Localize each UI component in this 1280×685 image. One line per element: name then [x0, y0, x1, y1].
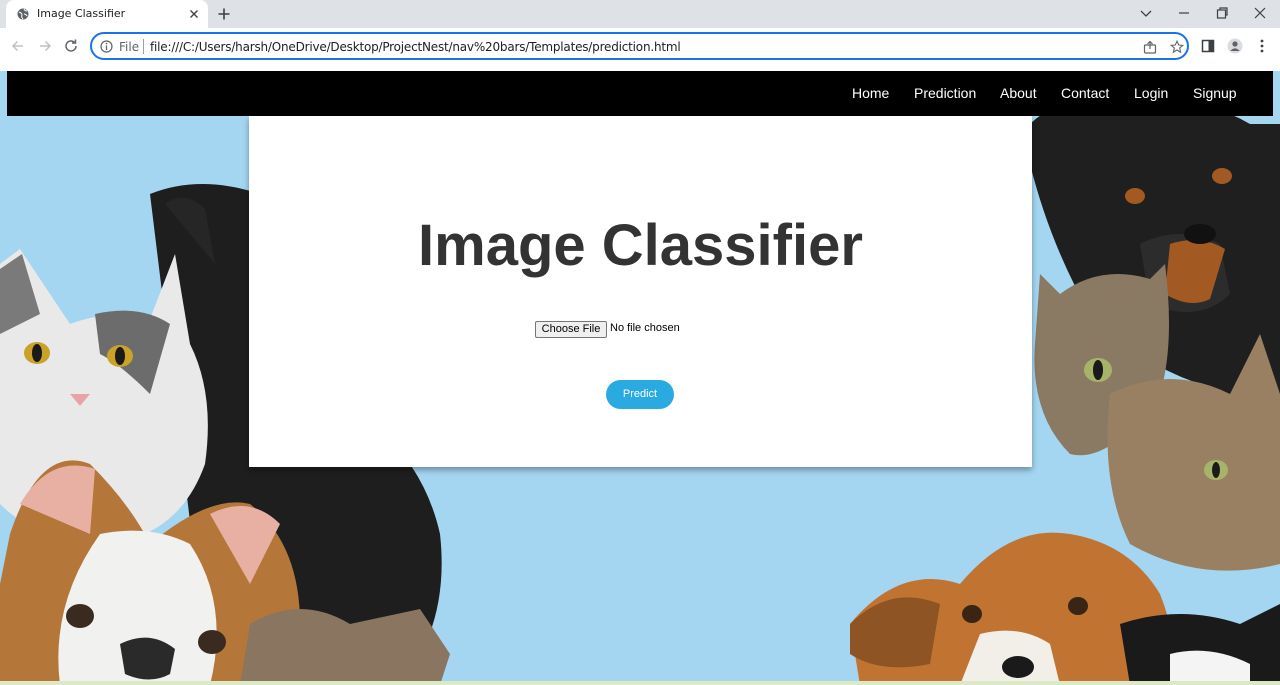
forward-icon[interactable]	[37, 38, 53, 54]
top-navbar: Home Prediction About Contact Login Sign…	[7, 71, 1273, 116]
page-top-strip	[0, 64, 1280, 71]
tab-strip: Image Classifier	[0, 0, 1280, 28]
nav-link-contact[interactable]: Contact	[1061, 85, 1109, 101]
new-tab-icon[interactable]	[217, 7, 231, 21]
minimize-icon[interactable]	[1176, 5, 1192, 21]
bookmark-star-icon[interactable]	[1170, 40, 1184, 54]
nav-link-home[interactable]: Home	[852, 85, 889, 101]
tab-search-chevron-icon[interactable]	[1138, 5, 1154, 21]
bottom-edge	[0, 681, 1280, 685]
url-text[interactable]: file:///C:/Users/harsh/OneDrive/Desktop/…	[150, 40, 681, 54]
classifier-card: Image Classifier Choose File No file cho…	[249, 116, 1032, 467]
menu-kebab-icon[interactable]	[1254, 38, 1270, 54]
nav-link-about[interactable]: About	[1000, 85, 1037, 101]
page-viewport: Home Prediction About Contact Login Sign…	[0, 64, 1280, 685]
nav-link-signup[interactable]: Signup	[1193, 85, 1237, 101]
reload-icon[interactable]	[63, 38, 79, 54]
share-icon[interactable]	[1143, 40, 1157, 54]
tab-title: Image Classifier	[37, 7, 126, 20]
page-title: Image Classifier	[418, 213, 863, 278]
info-icon[interactable]	[100, 40, 113, 53]
close-window-icon[interactable]	[1252, 5, 1268, 21]
restore-icon[interactable]	[1214, 5, 1230, 21]
nav-link-prediction[interactable]: Prediction	[914, 85, 976, 101]
side-panel-icon[interactable]	[1200, 38, 1216, 54]
predict-button[interactable]: Predict	[606, 380, 674, 409]
back-icon[interactable]	[10, 38, 26, 54]
choose-file-button[interactable]: Choose File	[535, 321, 607, 338]
globe-icon	[17, 8, 29, 20]
divider	[143, 39, 144, 54]
profile-avatar-icon[interactable]	[1227, 38, 1243, 54]
scheme-label: File	[119, 40, 140, 54]
nav-link-login[interactable]: Login	[1134, 85, 1168, 101]
close-tab-icon[interactable]	[187, 7, 201, 21]
file-status-text: No file chosen	[610, 322, 680, 334]
browser-tab[interactable]: Image Classifier	[6, 0, 208, 28]
address-bar[interactable]: File file:///C:/Users/harsh/OneDrive/Des…	[90, 32, 1189, 60]
browser-toolbar: File file:///C:/Users/harsh/OneDrive/Des…	[0, 28, 1280, 64]
